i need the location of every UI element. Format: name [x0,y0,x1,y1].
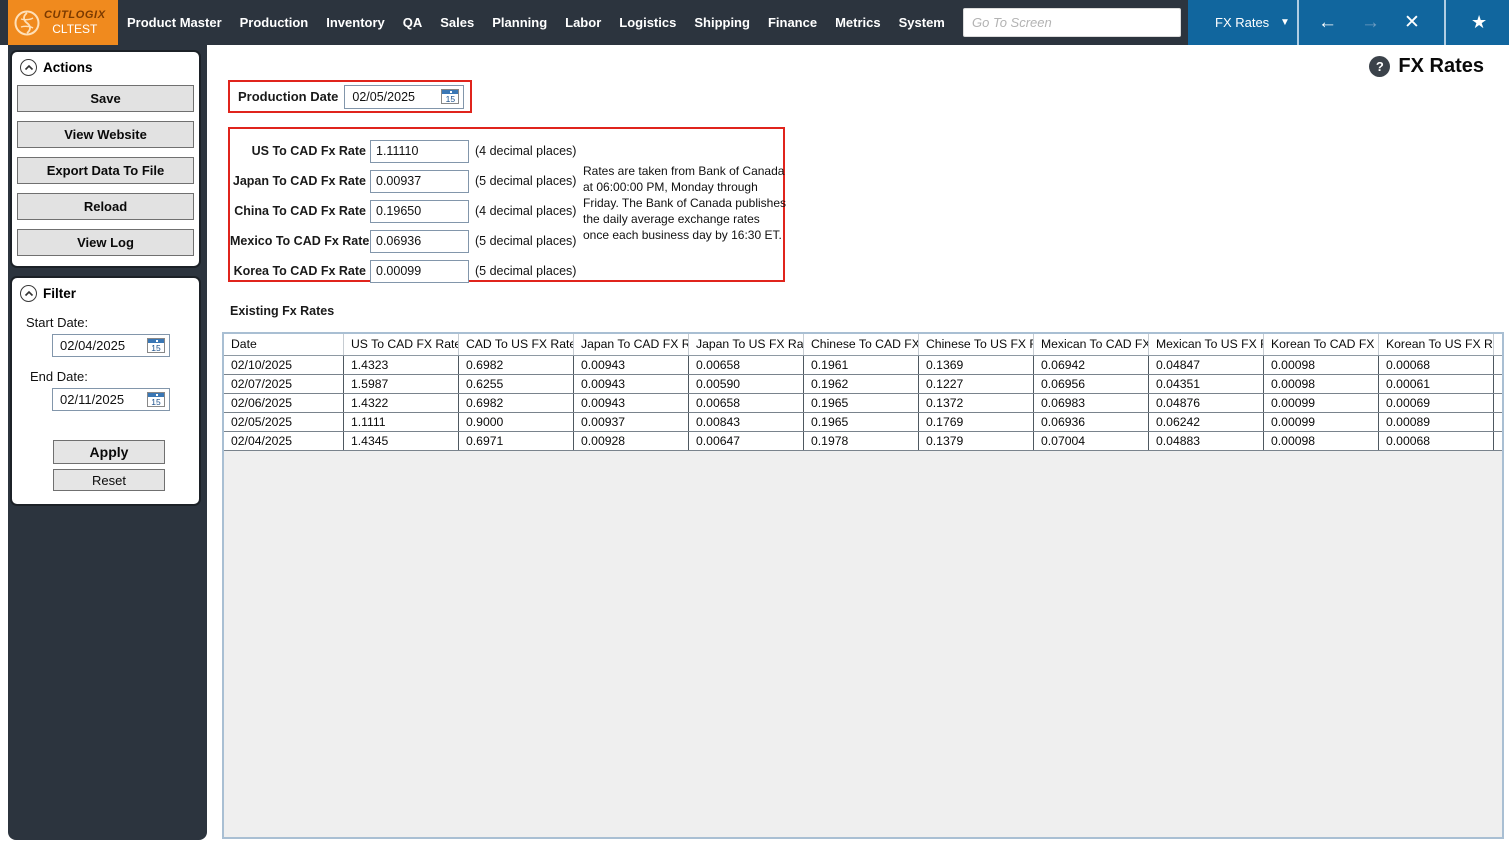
china-to-cad-label: China To CAD Fx Rate [234,204,366,218]
filter-panel-title: Filter [43,286,77,301]
divider [1297,0,1299,45]
view-log-button[interactable]: View Log [17,229,194,256]
back-icon[interactable]: ← [1318,0,1337,45]
col-header-chinese-us[interactable]: Chinese To US FX Ra [919,334,1034,355]
top-navbar: CUTLOGIX CLTEST Product Master Productio… [0,0,1509,45]
col-header-japan-cad[interactable]: Japan To CAD FX Ra [574,334,689,355]
mexico-to-cad-label: Mexico To CAD Fx Rate [230,234,370,248]
china-to-cad-hint: (4 decimal places) [475,204,577,218]
col-header-japan-us[interactable]: Japan To US FX Rate [689,334,804,355]
environment-name: CLTEST [52,22,98,36]
page-title: FX Rates [1398,55,1484,77]
menu-production[interactable]: Production [240,15,309,30]
menu-sales[interactable]: Sales [440,15,474,30]
calendar-icon[interactable]: 15 [441,89,460,104]
col-header-cad-us[interactable]: CAD To US FX Rate [459,334,574,355]
app-logo: CUTLOGIX CLTEST [8,0,118,45]
favorite-star-icon[interactable]: ★ [1471,0,1487,45]
table-row[interactable]: 02/10/2025 1.4323 0.6982 0.00943 0.00658… [224,356,1502,375]
end-date-input[interactable]: 02/11/2025 15 [52,388,170,411]
menu-system[interactable]: System [899,15,945,30]
menu-metrics[interactable]: Metrics [835,15,881,30]
menu-qa[interactable]: QA [403,15,423,30]
japan-to-cad-label: Japan To CAD Fx Rate [232,174,366,188]
grid-header-row: Date US To CAD FX Rate CAD To US FX Rate… [224,334,1502,356]
save-button[interactable]: Save [17,85,194,112]
filter-panel: Filter Start Date: 02/04/2025 15 End Dat… [10,276,201,506]
col-header-chinese-cad[interactable]: Chinese To CAD FX R [804,334,919,355]
mexico-to-cad-input[interactable] [370,229,469,253]
actions-panel: Actions Save View Website Export Data To… [10,50,201,268]
close-icon[interactable]: ✕ [1404,0,1420,45]
apply-button[interactable]: Apply [53,440,165,464]
chevron-down-icon[interactable]: ▼ [1280,0,1290,45]
start-date-input[interactable]: 02/04/2025 15 [52,334,170,357]
main-menu: Product Master Production Inventory QA S… [127,0,945,45]
fx-rates-entry-section: US To CAD Fx Rate (4 decimal places) Jap… [228,127,787,283]
col-header-mexican-cad[interactable]: Mexican To CAD FX [1034,334,1149,355]
menu-product-master[interactable]: Product Master [127,15,222,30]
us-to-cad-hint: (4 decimal places) [475,144,577,158]
col-header-korean-us[interactable]: Korean To US FX Rat [1379,334,1494,355]
us-to-cad-label: US To CAD Fx Rate [251,144,366,158]
menu-shipping[interactable]: Shipping [694,15,750,30]
korea-to-cad-label: Korea To CAD Fx Rate [233,264,366,278]
reload-button[interactable]: Reload [17,193,194,220]
table-row[interactable]: 02/05/2025 1.1111 0.9000 0.00937 0.00843… [224,413,1502,432]
table-row[interactable]: 02/04/2025 1.4345 0.6971 0.00928 0.00647… [224,432,1502,451]
production-date-section: Production Date 02/05/2025 15 [228,80,472,113]
chevron-up-icon [24,64,33,70]
reset-button[interactable]: Reset [53,469,165,491]
left-sidebar: Actions Save View Website Export Data To… [8,45,207,840]
start-date-label: Start Date: [26,315,89,330]
collapse-actions-button[interactable] [20,59,37,76]
bank-of-canada-note: Rates are taken from Bank of Canada at 0… [583,164,787,242]
brain-logo-icon [14,10,40,35]
us-to-cad-input[interactable] [370,139,469,163]
col-header-korean-cad[interactable]: Korean To CAD FX R [1264,334,1379,355]
grid-caption: Existing Fx Rates [230,304,335,318]
export-data-button[interactable]: Export Data To File [17,157,194,184]
menu-logistics[interactable]: Logistics [619,15,676,30]
existing-fx-rates-grid[interactable]: Date US To CAD FX Rate CAD To US FX Rate… [222,332,1504,839]
production-date-label: Production Date [238,89,339,104]
menu-inventory[interactable]: Inventory [326,15,385,30]
screen-selector[interactable]: FX Rates [1215,0,1269,45]
korea-to-cad-hint: (5 decimal places) [475,264,577,278]
end-date-label: End Date: [30,369,88,384]
japan-to-cad-input[interactable] [370,169,469,193]
menu-planning[interactable]: Planning [492,15,547,30]
help-icon[interactable]: ? [1369,56,1391,77]
collapse-filter-button[interactable] [20,285,37,302]
calendar-icon[interactable]: 15 [147,338,165,353]
col-header-date[interactable]: Date [224,334,344,355]
production-date-input[interactable]: 02/05/2025 15 [344,84,465,109]
col-header-mexican-us[interactable]: Mexican To US FX Ra [1149,334,1264,355]
brand-name: CUTLOGIX [44,9,106,21]
table-row[interactable]: 02/07/2025 1.5987 0.6255 0.00943 0.00590… [224,375,1502,394]
forward-icon: → [1361,11,1380,33]
go-to-screen-input[interactable] [963,8,1181,37]
menu-labor[interactable]: Labor [565,15,601,30]
col-header-us-cad[interactable]: US To CAD FX Rate [344,334,459,355]
view-website-button[interactable]: View Website [17,121,194,148]
actions-panel-title: Actions [43,60,93,75]
menu-finance[interactable]: Finance [768,15,817,30]
japan-to-cad-hint: (5 decimal places) [475,174,577,188]
table-row[interactable]: 02/06/2025 1.4322 0.6982 0.00943 0.00658… [224,394,1502,413]
screen-nav-bar: FX Rates ▼ ← → ✕ ★ [1188,0,1509,45]
china-to-cad-input[interactable] [370,199,469,223]
mexico-to-cad-hint: (5 decimal places) [475,234,577,248]
divider [1444,0,1446,45]
korea-to-cad-input[interactable] [370,259,469,283]
calendar-icon[interactable]: 15 [147,392,165,407]
chevron-up-icon [24,290,33,296]
